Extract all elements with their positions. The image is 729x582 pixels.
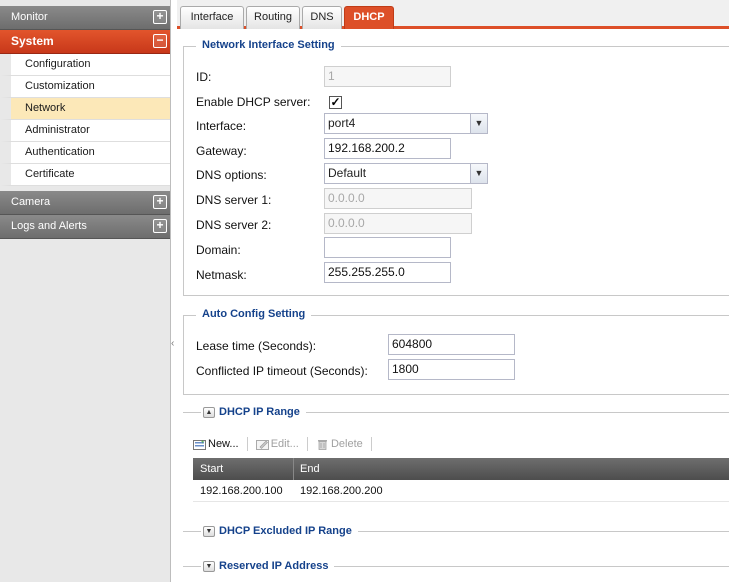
sidebar-item-administrator[interactable]: Administrator	[0, 120, 170, 142]
sidebar-item-network[interactable]: Network	[0, 98, 170, 120]
sidebar: Monitor + System − Configuration Customi…	[0, 0, 171, 582]
dhcp-range-table: Start End 192.168.200.100 192.168.200.20…	[193, 458, 729, 502]
tab-bar: Interface Routing DNS DHCP	[177, 0, 729, 29]
expand-icon[interactable]: ▼	[203, 525, 215, 537]
id-label: ID:	[196, 70, 212, 84]
netmask-field[interactable]: 255.255.255.0	[324, 262, 451, 283]
new-icon: +	[193, 439, 206, 450]
section-title: Reserved IP Address	[219, 560, 329, 572]
group-title: Network Interface Setting	[196, 39, 341, 51]
new-label: New...	[208, 438, 239, 450]
sidebar-item-authentication[interactable]: Authentication	[0, 142, 170, 164]
edit-label: Edit...	[270, 438, 299, 450]
domain-field[interactable]	[324, 237, 451, 258]
sidebar-item-certificate[interactable]: Certificate	[0, 164, 170, 186]
section-title: DHCP IP Range	[219, 406, 300, 418]
tab-interface[interactable]: Interface	[180, 6, 244, 29]
column-header-end[interactable]: End	[300, 458, 320, 480]
separator	[246, 437, 248, 452]
new-button[interactable]: + New...	[193, 433, 239, 455]
auto-config-group: Auto Config Setting Lease time (Seconds)…	[183, 308, 729, 395]
sidebar-section-monitor[interactable]: Monitor +	[0, 6, 170, 30]
lease-time-field[interactable]: 604800	[388, 334, 515, 355]
netmask-label: Netmask:	[196, 268, 247, 282]
expand-icon[interactable]: +	[153, 219, 167, 233]
sidebar-section-system[interactable]: System −	[0, 30, 170, 54]
svg-text:+: +	[201, 440, 205, 446]
tab-dns[interactable]: DNS	[302, 6, 342, 29]
dns-server-1-field: 0.0.0.0	[324, 188, 472, 209]
sidebar-section-label: Monitor	[11, 11, 48, 23]
dns-server-2-label: DNS server 2:	[196, 218, 272, 232]
interface-select[interactable]: port4 ▼	[324, 113, 488, 134]
column-header-start[interactable]: Start	[200, 458, 223, 480]
sidebar-item-configuration[interactable]: Configuration	[0, 54, 170, 76]
dns-options-select[interactable]: Default ▼	[324, 163, 488, 184]
lease-time-label: Lease time (Seconds):	[196, 339, 317, 353]
group-title: Auto Config Setting	[196, 308, 312, 320]
enable-dhcp-label: Enable DHCP server:	[196, 95, 311, 109]
gateway-field[interactable]: 192.168.200.2	[324, 138, 451, 159]
table-row[interactable]: 192.168.200.100 192.168.200.200	[193, 480, 729, 502]
sidebar-section-label: Logs and Alerts	[11, 220, 87, 232]
gateway-label: Gateway:	[196, 144, 247, 158]
cell-end: 192.168.200.200	[300, 485, 383, 497]
expand-icon[interactable]: +	[153, 10, 167, 24]
collapse-icon[interactable]: −	[153, 34, 167, 48]
dns-server-2-field: 0.0.0.0	[324, 213, 472, 234]
edit-icon	[255, 439, 269, 450]
trash-icon	[317, 439, 327, 450]
column-divider	[293, 458, 294, 480]
tab-routing[interactable]: Routing	[246, 6, 300, 29]
enable-dhcp-checkbox[interactable]: ✓	[329, 96, 342, 109]
sidebar-section-label: System	[11, 34, 54, 48]
conflicted-timeout-label: Conflicted IP timeout (Seconds):	[196, 364, 368, 378]
range-toolbar: + New... Edit... Delete	[193, 433, 377, 455]
table-header: Start End	[193, 458, 729, 480]
id-field: 1	[324, 66, 451, 87]
sidebar-section-camera[interactable]: Camera +	[0, 191, 170, 215]
sidebar-item-customization[interactable]: Customization	[0, 76, 170, 98]
chevron-down-icon[interactable]: ▼	[470, 164, 487, 183]
separator	[370, 437, 372, 452]
collapse-icon[interactable]: ▲	[203, 406, 215, 418]
dhcp-ip-range-header[interactable]: ▲ DHCP IP Range	[201, 404, 306, 420]
expand-icon[interactable]: +	[153, 195, 167, 209]
domain-label: Domain:	[196, 243, 241, 257]
conflicted-timeout-field[interactable]: 1800	[388, 359, 515, 380]
sidebar-section-logs[interactable]: Logs and Alerts +	[0, 215, 170, 239]
delete-button[interactable]: Delete	[316, 433, 363, 455]
delete-label: Delete	[330, 438, 363, 450]
tab-dhcp[interactable]: DHCP	[344, 6, 394, 29]
interface-label: Interface:	[196, 119, 247, 133]
system-submenu: Configuration Customization Network Admi…	[0, 54, 170, 186]
separator	[306, 437, 308, 452]
expand-icon[interactable]: ▼	[203, 560, 215, 572]
chevron-down-icon[interactable]: ▼	[470, 114, 487, 133]
network-interface-group: Network Interface Setting ID: 1 Enable D…	[183, 39, 729, 296]
section-title: DHCP Excluded IP Range	[219, 525, 352, 537]
reserved-ip-header[interactable]: ▼ Reserved IP Address	[201, 558, 335, 574]
dhcp-excluded-range-header[interactable]: ▼ DHCP Excluded IP Range	[201, 523, 358, 539]
dns-options-label: DNS options:	[196, 168, 267, 182]
main-panel: Interface Routing DNS DHCP Network Inter…	[177, 0, 729, 582]
sidebar-section-label: Camera	[11, 196, 51, 208]
cell-start: 192.168.200.100	[200, 485, 283, 497]
interface-value: port4	[328, 116, 356, 130]
dns-server-1-label: DNS server 1:	[196, 193, 272, 207]
edit-button[interactable]: Edit...	[255, 433, 299, 455]
dns-options-value: Default	[328, 166, 367, 180]
